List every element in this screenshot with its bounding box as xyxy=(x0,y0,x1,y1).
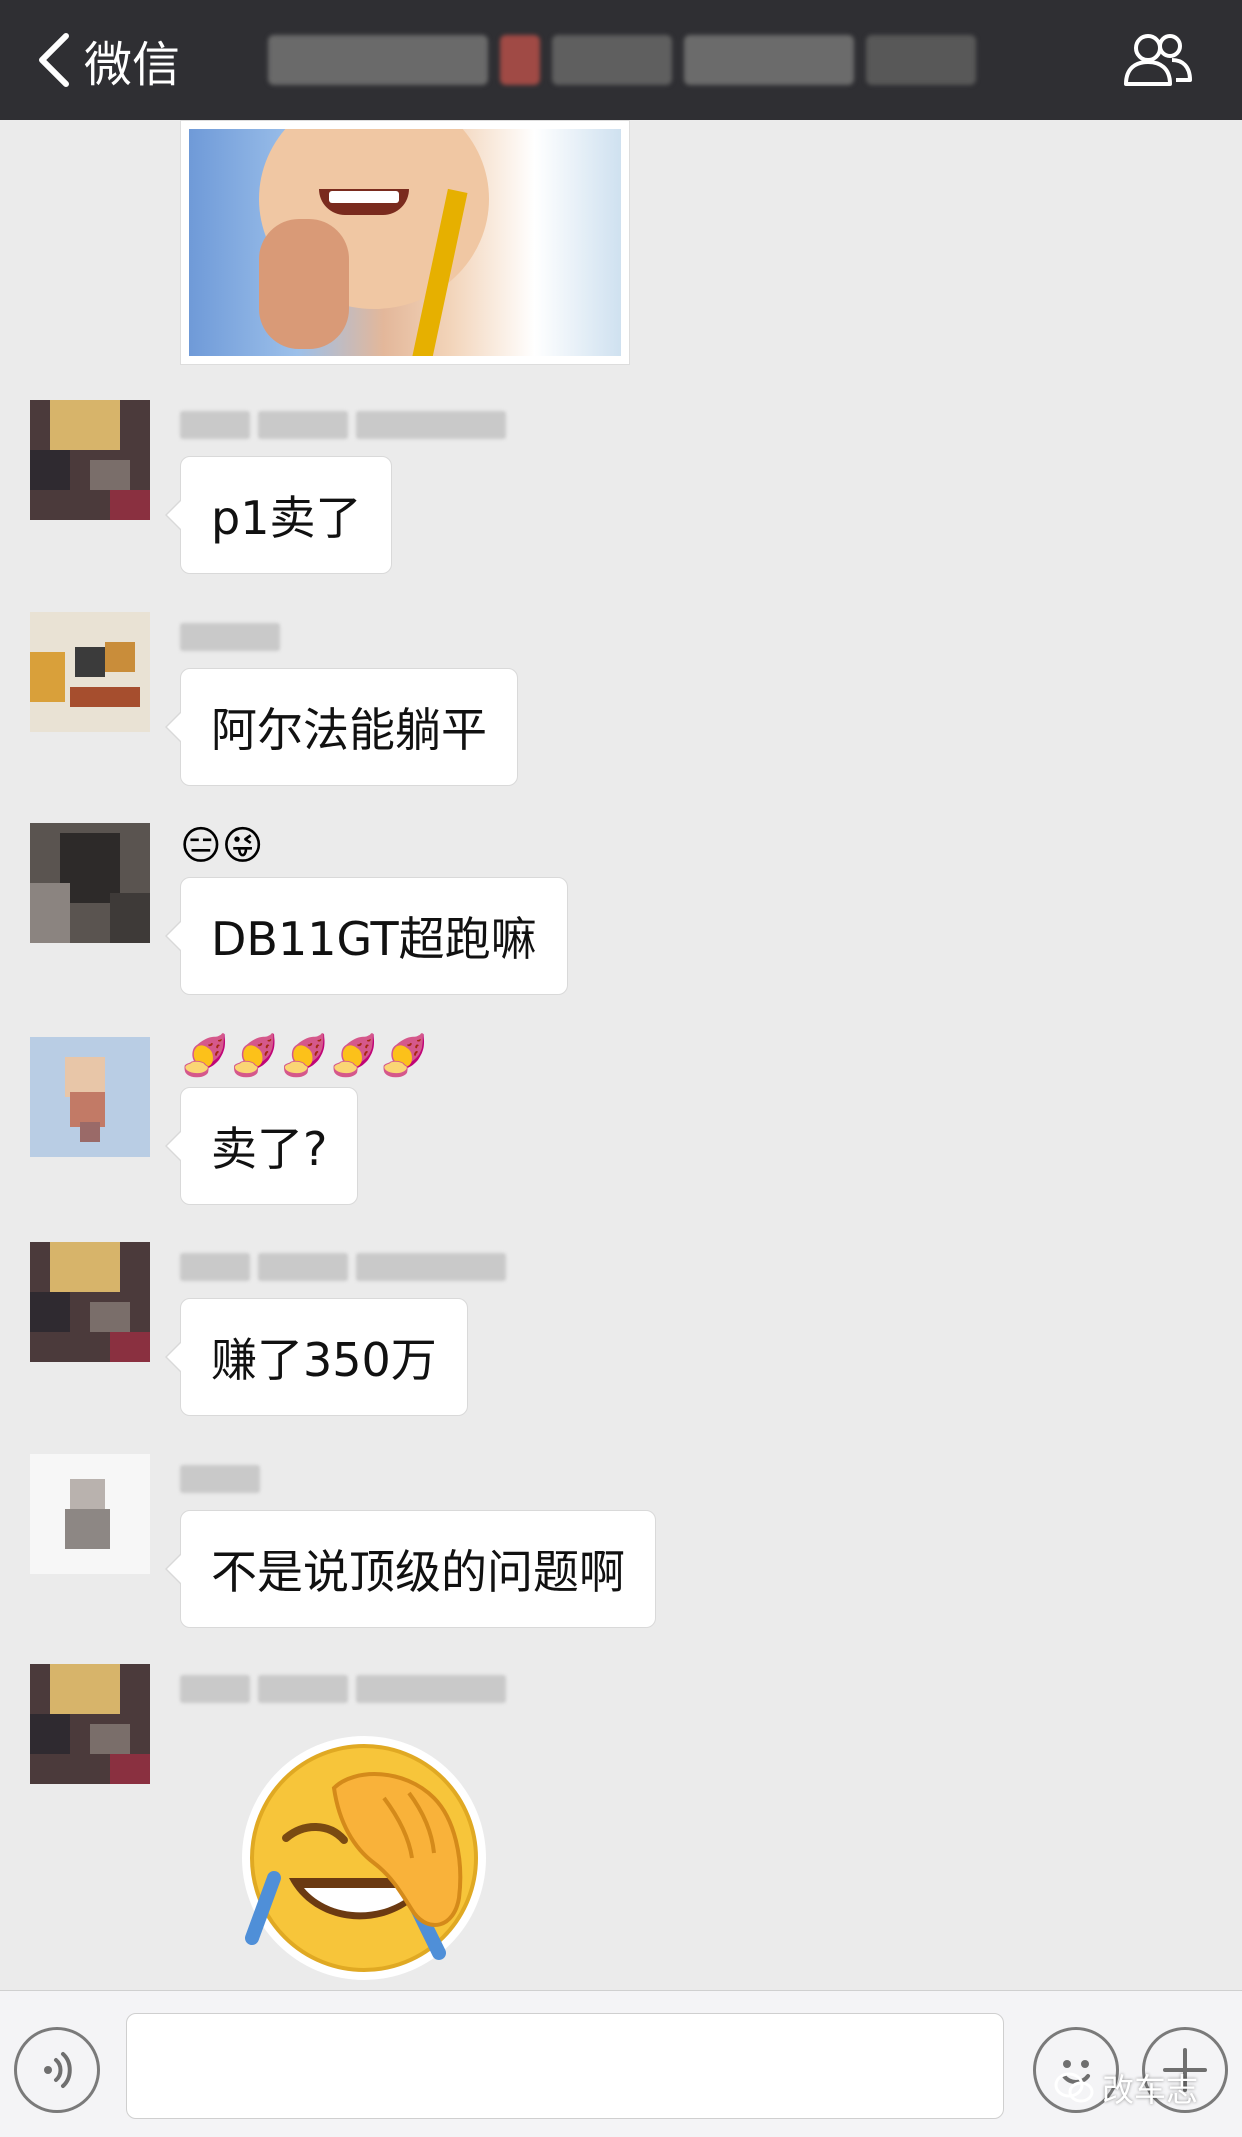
chevron-left-icon xyxy=(39,33,69,87)
group-members-icon[interactable] xyxy=(1120,30,1194,90)
voice-button[interactable] xyxy=(14,2027,100,2113)
message-bubble[interactable]: 赚了350万 xyxy=(165,1298,468,1416)
message-bubble[interactable]: 不是说顶级的问题啊 xyxy=(165,1510,656,1628)
sender-name-pixelated xyxy=(180,406,506,444)
chat-title-pixelated xyxy=(268,32,976,88)
image-message-content xyxy=(189,129,621,356)
input-bar: 改车志 xyxy=(0,1990,1242,2137)
facepalm-laugh-emoji[interactable] xyxy=(234,1728,494,1988)
title-bar: 微信 xyxy=(0,0,1242,120)
voice-icon xyxy=(44,2052,72,2088)
message-input[interactable] xyxy=(126,2013,1004,2119)
avatar[interactable] xyxy=(30,1242,150,1362)
message-bubble[interactable]: DB11GT超跑嘛 xyxy=(165,877,568,995)
avatar[interactable] xyxy=(30,1454,150,1574)
message-text: 不是说顶级的问题啊 xyxy=(211,1545,625,1599)
avatar[interactable] xyxy=(30,1664,150,1784)
watermark: 改车志 xyxy=(1054,2063,1198,2113)
sender-name-pixelated xyxy=(180,618,280,656)
back-label: 微信 xyxy=(84,37,181,93)
sender-name-pixelated xyxy=(180,1460,260,1498)
message-bubble[interactable]: 阿尔法能躺平 xyxy=(165,668,518,786)
avatar[interactable] xyxy=(30,1037,150,1157)
sender-name-emoji: 🍠🍠🍠🍠🍠 xyxy=(180,1033,430,1079)
sender-name-pixelated xyxy=(180,1670,506,1708)
back-button[interactable]: 微信 xyxy=(34,24,180,96)
message-text: 赚了350万 xyxy=(211,1333,437,1387)
avatar[interactable] xyxy=(30,400,150,520)
wechat-logo-icon xyxy=(1054,2072,1094,2103)
watermark-text: 改车志 xyxy=(1101,2071,1198,2109)
avatar[interactable] xyxy=(30,612,150,732)
sender-name-emoji: 😑😜 xyxy=(180,823,264,869)
avatar[interactable] xyxy=(30,823,150,943)
message-bubble[interactable]: 卖了? xyxy=(164,1087,359,1205)
message-text: 卖了? xyxy=(211,1122,328,1176)
image-message[interactable] xyxy=(180,120,630,365)
message-text: 阿尔法能躺平 xyxy=(211,703,487,757)
message-bubble[interactable]: p1卖了 xyxy=(164,456,393,574)
sender-name-pixelated xyxy=(180,1248,506,1286)
message-text: DB11GT超跑嘛 xyxy=(211,912,537,966)
message-text: p1卖了 xyxy=(211,491,362,545)
